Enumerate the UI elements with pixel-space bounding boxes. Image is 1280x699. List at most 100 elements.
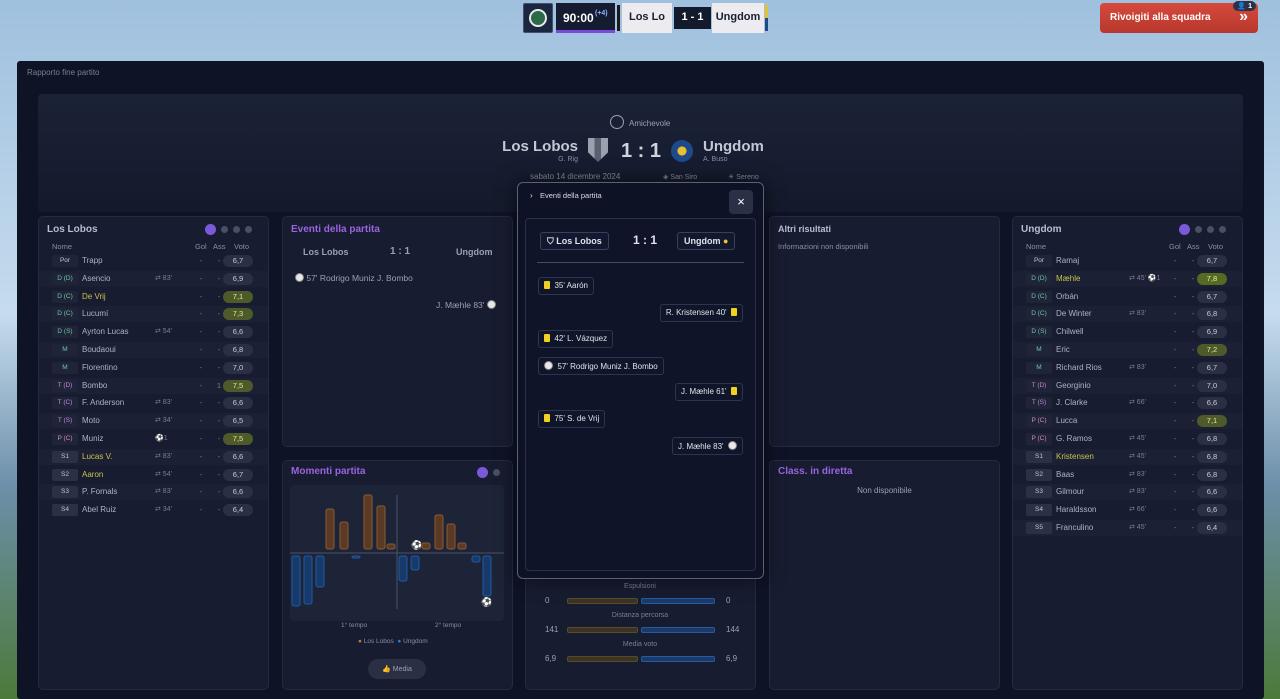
player-row[interactable]: S1 Lucas V. ⇄ 83' - -6,6	[39, 449, 268, 465]
player-name[interactable]: Ayrton Lucas	[82, 327, 129, 336]
player-name[interactable]: Ramaj	[1056, 256, 1079, 265]
player-name[interactable]: Lucas V.	[82, 452, 112, 461]
close-button[interactable]: ×	[729, 190, 753, 214]
player-row[interactable]: S2 Baas ⇄ 83' - -6,8	[1013, 467, 1242, 483]
player-row[interactable]: T (D) Georginio - -7,0	[1013, 378, 1242, 394]
media-toggle-button[interactable]: 👍 Media	[368, 659, 426, 679]
substitution-info: ⇄ 54'	[155, 328, 172, 336]
header-away-manager: A. Buso	[703, 156, 728, 163]
position-badge: D (S)	[1026, 326, 1052, 339]
player-row[interactable]: P (C) G. Ramos ⇄ 45' - -6,8	[1013, 431, 1242, 447]
header-away-team[interactable]: Ungdom	[703, 138, 764, 155]
player-name[interactable]: De Vrij	[82, 292, 106, 301]
player-row[interactable]: D (C) De Vrij - -7,1	[39, 289, 268, 305]
player-name[interactable]: Kristensen	[1056, 452, 1094, 461]
player-row[interactable]: S3 Gilmour ⇄ 83' - -6,6	[1013, 484, 1242, 500]
player-rating: 7,3	[223, 308, 253, 321]
header-home-team[interactable]: Los Lobos	[470, 138, 578, 155]
page-dot[interactable]	[221, 226, 228, 233]
notification-badge: 👤 1	[1233, 1, 1256, 11]
player-name[interactable]: Chilwell	[1056, 327, 1084, 336]
player-row[interactable]: D (D) Mæhle ⇄ 45' ⚽1- -7,8	[1013, 271, 1242, 287]
player-name[interactable]: Lucca	[1056, 416, 1077, 425]
player-rating: 6,8	[1197, 433, 1227, 445]
col-voto: Voto	[234, 242, 250, 251]
page-dot[interactable]	[493, 469, 500, 476]
competition-name: Amichevole	[629, 119, 671, 128]
player-row[interactable]: T (C) F. Anderson ⇄ 83' - -6,6	[39, 395, 268, 411]
player-name[interactable]: Haraldsson	[1056, 505, 1096, 514]
first-half-label: 1° tempo	[341, 622, 368, 629]
moments-svg: ⚽ ⚽	[290, 494, 504, 609]
player-row[interactable]: S5 Franculino ⇄ 45' - -6,4	[1013, 520, 1242, 536]
player-name[interactable]: Abel Ruiz	[82, 505, 116, 514]
player-row[interactable]: M Florentino - -7,0	[39, 360, 268, 376]
player-name[interactable]: Boudaoui	[82, 345, 116, 354]
return-to-team-button[interactable]: Rivoigiti alla squadra » 👤 1	[1100, 1, 1258, 33]
panel-pager[interactable]	[1179, 224, 1226, 235]
player-row[interactable]: D (C) Orbán - -6,7	[1013, 289, 1242, 305]
player-name[interactable]: Florentino	[82, 363, 118, 372]
page-dot[interactable]	[1179, 224, 1190, 235]
player-row[interactable]: P (C) Lucca - -7,1	[1013, 413, 1242, 429]
player-row[interactable]: M Richard Rios ⇄ 83' - -6,7	[1013, 360, 1242, 376]
player-row[interactable]: T (S) J. Clarke ⇄ 66' - -6,6	[1013, 395, 1242, 411]
panel-pager[interactable]	[205, 224, 252, 235]
player-row[interactable]: S3 P. Fornals ⇄ 83' - -6,6	[39, 484, 268, 500]
player-name[interactable]: G. Ramos	[1056, 434, 1092, 443]
player-row[interactable]: M Boudaoui - -6,8	[39, 342, 268, 358]
col-voto: Voto	[1208, 242, 1224, 251]
player-name[interactable]: P. Fornals	[82, 487, 117, 496]
substitution-info: ⇄ 83'	[155, 488, 172, 496]
player-name[interactable]: Bombo	[82, 381, 107, 390]
player-name[interactable]: Franculino	[1056, 523, 1093, 532]
player-row[interactable]: S1 Kristensen ⇄ 45' - -6,8	[1013, 449, 1242, 465]
player-row[interactable]: D (S) Ayrton Lucas ⇄ 54' - -6,6	[39, 324, 268, 340]
player-name[interactable]: Gilmour	[1056, 487, 1084, 496]
player-name[interactable]: Eric	[1056, 345, 1070, 354]
player-name[interactable]: Lucumí	[82, 309, 108, 318]
sun-icon: ☀	[728, 174, 737, 181]
player-name[interactable]: Asencio	[82, 274, 110, 283]
player-row[interactable]: T (S) Moto ⇄ 34' - -6,5	[39, 413, 268, 429]
player-row[interactable]: M Eric - -7,2	[1013, 342, 1242, 358]
chevron-right-icon: ›	[530, 191, 533, 200]
player-name[interactable]: Moto	[82, 416, 100, 425]
player-name[interactable]: Trapp	[82, 256, 103, 265]
player-name[interactable]: F. Anderson	[82, 398, 124, 407]
away-crest-icon	[671, 140, 693, 162]
page-dot[interactable]	[1219, 226, 1226, 233]
player-row[interactable]: S4 Abel Ruiz ⇄ 34' - -6,4	[39, 502, 268, 518]
player-name[interactable]: Mæhle	[1056, 274, 1080, 283]
page-dot[interactable]	[233, 226, 240, 233]
substitution-info: ⇄ 83'	[1129, 363, 1146, 371]
position-badge: S3	[52, 486, 78, 499]
player-name[interactable]: J. Clarke	[1056, 398, 1088, 407]
player-row[interactable]: Por Trapp - -6,7	[39, 253, 268, 269]
page-dot[interactable]	[245, 226, 252, 233]
player-name[interactable]: Georginio	[1056, 381, 1091, 390]
player-name[interactable]: Richard Rios	[1056, 363, 1102, 372]
player-name[interactable]: Aaron	[82, 470, 103, 479]
player-row[interactable]: Por Ramaj - -6,7	[1013, 253, 1242, 269]
player-row[interactable]: S4 Haraldsson ⇄ 66' - -6,6	[1013, 502, 1242, 518]
player-name[interactable]: Muniz	[82, 434, 103, 443]
player-row[interactable]: D (S) Chilwell - -6,9	[1013, 324, 1242, 340]
player-goals: -	[199, 345, 203, 354]
player-row[interactable]: D (C) Lucumí - -7,3	[39, 306, 268, 322]
page-dot[interactable]	[1207, 226, 1214, 233]
player-name[interactable]: De Winter	[1056, 309, 1092, 318]
player-goals: -	[199, 469, 203, 479]
player-row[interactable]: P (C) Muniz ⚽1- -7,5	[39, 431, 268, 447]
player-row[interactable]: T (D) Bombo -1 7,5	[39, 378, 268, 394]
page-dot[interactable]	[477, 467, 488, 478]
player-name[interactable]: Baas	[1056, 470, 1074, 479]
page-dot[interactable]	[205, 224, 216, 235]
player-row[interactable]: S2 Aaron ⇄ 54' - -6,7	[39, 467, 268, 483]
page-dot[interactable]	[1195, 226, 1202, 233]
away-crest-icon: ●	[723, 236, 729, 246]
player-row[interactable]: D (C) De Winter ⇄ 83' - -6,8	[1013, 306, 1242, 322]
player-row[interactable]: D (D) Asencio ⇄ 83' - -6,9	[39, 271, 268, 287]
moments-pager[interactable]	[477, 467, 500, 478]
player-name[interactable]: Orbán	[1056, 292, 1078, 301]
